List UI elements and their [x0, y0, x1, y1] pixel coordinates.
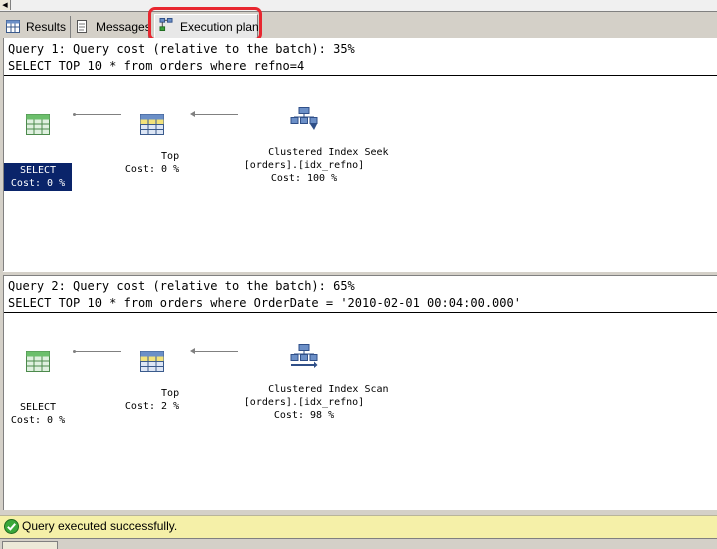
plan-node-select[interactable]: SELECT Cost: 0 % [4, 88, 72, 217]
status-message: Query executed successfully. [22, 519, 178, 533]
index-seek-icon [290, 107, 318, 130]
query-1-separator [4, 75, 717, 76]
tab-messages-label: Messages [96, 20, 151, 34]
plan-node-select-label: SELECT Cost: 0 % [10, 402, 66, 426]
select-table-icon [26, 114, 50, 135]
grid-icon [6, 20, 20, 33]
plan-node-index-scan[interactable]: Clustered Index Scan [orders].[idx_refno… [232, 318, 389, 435]
index-scan-icon [290, 344, 318, 368]
plan-node-select[interactable]: SELECT Cost: 0 % [4, 325, 72, 454]
plan-node-top[interactable]: Top Cost: 0 % [122, 88, 182, 189]
scroll-left-arrow-icon[interactable]: ◀ [0, 0, 11, 10]
query-2-sql: SELECT TOP 10 * from orders where OrderD… [8, 296, 521, 310]
top-strip [0, 0, 717, 12]
plan-node-index-seek[interactable]: Clustered Index Seek [orders].[idx_refno… [232, 81, 389, 198]
plan-node-index-scan-name: Clustered Index Scan [268, 384, 389, 395]
plan-node-top-name: Top [161, 151, 180, 162]
pane-splitter[interactable] [3, 271, 717, 276]
query-1-pane: Query 1: Query cost (relative to the bat… [4, 38, 717, 271]
query-2-pane: Query 2: Query cost (relative to the bat… [4, 275, 717, 510]
plan-node-index-scan-object: [orders].[idx_refno] [243, 397, 365, 408]
tab-results-label: Results [26, 20, 67, 34]
plan-node-top-cost: Cost: 2 % [124, 401, 180, 412]
bottom-strip [0, 538, 717, 549]
plan-node-top-name: Top [161, 388, 180, 399]
plan-connector [75, 114, 121, 115]
plan-node-top-cost: Cost: 0 % [124, 164, 180, 175]
document-icon [77, 20, 87, 33]
highlight-annotation [148, 7, 262, 41]
top-table-icon [140, 114, 164, 135]
success-check-icon [4, 519, 19, 534]
plan-node-top[interactable]: Top Cost: 2 % [122, 325, 182, 426]
plan-connector [75, 351, 121, 352]
tab-messages[interactable]: Messages [72, 16, 151, 38]
query-2-separator [4, 312, 717, 313]
top-table-icon [140, 351, 164, 372]
query-2-header: Query 2: Query cost (relative to the bat… [8, 279, 355, 293]
query-1-sql: SELECT TOP 10 * from orders where refno=… [8, 59, 305, 73]
plan-node-index-scan-cost: Cost: 98 % [273, 410, 335, 421]
plan-node-select-label: SELECT Cost: 0 % [4, 163, 72, 191]
select-table-icon [26, 351, 50, 372]
tab-results[interactable]: Results [2, 16, 71, 38]
plan-node-index-seek-name: Clustered Index Seek [268, 147, 389, 158]
query-1-header: Query 1: Query cost (relative to the bat… [8, 42, 355, 56]
plan-node-index-seek-cost: Cost: 100 % [270, 173, 338, 184]
plan-node-index-seek-object: [orders].[idx_refno] [243, 160, 365, 171]
